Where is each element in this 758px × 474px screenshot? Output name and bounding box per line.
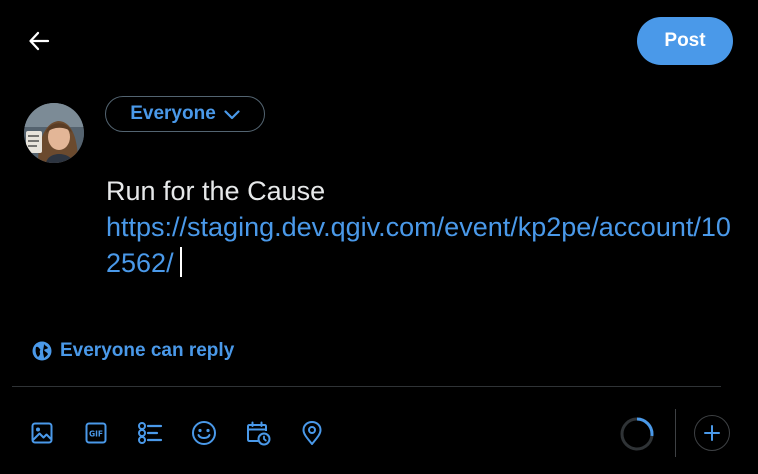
back-button[interactable] [22, 24, 56, 58]
divider [12, 386, 721, 387]
toolbar-separator [675, 409, 676, 457]
globe-icon [32, 341, 52, 361]
audience-label: Everyone [130, 103, 216, 124]
location-button[interactable] [297, 418, 327, 448]
arrow-left-icon [29, 31, 50, 51]
post-button[interactable]: Post [637, 17, 733, 65]
reply-setting-label: Everyone can reply [60, 340, 235, 361]
post-text-area[interactable]: Run for the Cause https://staging.dev.qg… [106, 173, 736, 281]
svg-text:GIF: GIF [89, 430, 103, 439]
poll-icon [138, 422, 163, 444]
gif-button[interactable]: GIF [81, 418, 111, 448]
reply-setting-button[interactable]: Everyone can reply [32, 337, 234, 365]
text-cursor [179, 247, 182, 277]
plus-icon [704, 425, 720, 441]
media-button[interactable] [27, 418, 57, 448]
poll-button[interactable] [135, 418, 165, 448]
audience-selector[interactable]: Everyone [105, 96, 265, 132]
avatar[interactable] [24, 103, 84, 163]
chevron-down-icon [224, 110, 240, 120]
character-progress-ring [620, 417, 654, 451]
post-link[interactable]: https://staging.dev.qgiv.com/event/kp2pe… [106, 212, 731, 278]
emoji-icon [192, 421, 216, 445]
schedule-icon [247, 421, 271, 446]
schedule-button[interactable] [243, 418, 273, 448]
gif-icon: GIF [85, 422, 107, 444]
location-icon [302, 421, 322, 445]
add-post-button[interactable] [694, 415, 730, 451]
image-icon [31, 422, 53, 444]
post-text-line: Run for the Cause [106, 176, 326, 206]
emoji-button[interactable] [189, 418, 219, 448]
